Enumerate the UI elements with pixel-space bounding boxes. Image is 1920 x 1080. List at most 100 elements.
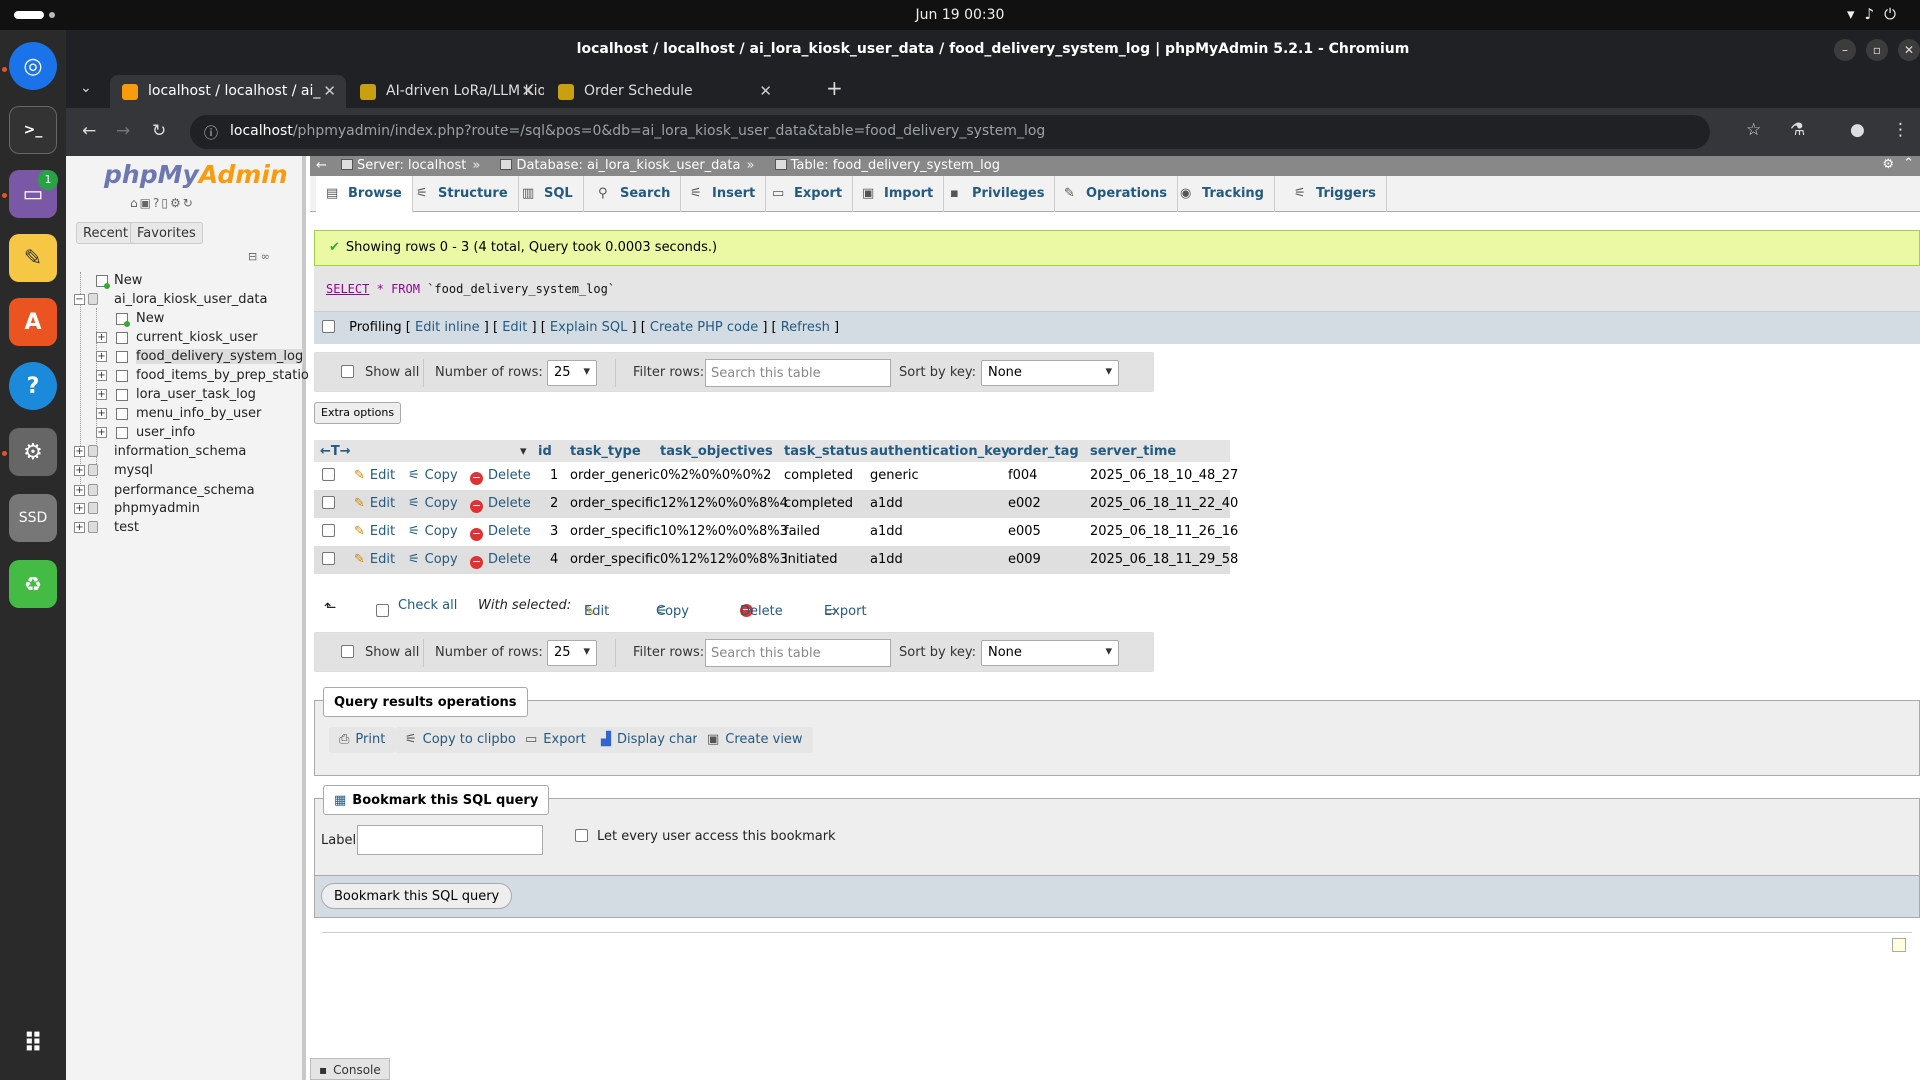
tab-phpmyadmin[interactable]: localhost / localhost / ai_ ✕ bbox=[110, 75, 346, 108]
expand-table-icon[interactable]: + bbox=[96, 408, 107, 419]
tab-search[interactable]: ⚲ Search bbox=[588, 176, 682, 212]
bookmark-every-user-checkbox[interactable] bbox=[575, 829, 588, 844]
row-edit-button[interactable]: ✎ Edit bbox=[354, 496, 395, 511]
tree-table-menu-info-by-user[interactable]: menu_info_by_user bbox=[136, 406, 261, 421]
minimize-icon[interactable]: – bbox=[1834, 39, 1856, 61]
profile-icon[interactable]: ● bbox=[1850, 120, 1865, 140]
tree-new-database[interactable]: New bbox=[114, 273, 142, 288]
row-edit-button[interactable]: ✎ Edit bbox=[354, 468, 395, 483]
console-toggle[interactable]: ▪ Console bbox=[310, 1058, 390, 1080]
display-chart-button[interactable]: ▟ Display chart bbox=[591, 727, 713, 753]
tree-table-current-kiosk-user[interactable]: current_kiosk_user bbox=[136, 330, 258, 345]
scroll-top-icon[interactable]: ⌃ bbox=[1903, 156, 1914, 171]
column-header-order-tag[interactable]: order_tag bbox=[1008, 444, 1079, 459]
tab-import[interactable]: ▣ Import bbox=[852, 176, 945, 212]
page-related-icon[interactable] bbox=[1892, 938, 1906, 952]
row-delete-button[interactable]: − Delete bbox=[470, 524, 531, 541]
terminal-icon[interactable]: >_ bbox=[9, 106, 57, 154]
column-header-server-time[interactable]: server_time bbox=[1090, 444, 1176, 459]
settings-icon[interactable]: ⚙ bbox=[9, 428, 57, 476]
close-tab-icon[interactable]: ✕ bbox=[521, 82, 534, 100]
column-header-task-type[interactable]: task_type bbox=[570, 444, 641, 459]
tab-structure[interactable]: ⚟ Structure bbox=[406, 176, 519, 212]
edit-query-link[interactable]: Edit bbox=[502, 320, 527, 335]
tree-table-food-items-by-prep-station[interactable]: food_items_by_prep_station bbox=[136, 368, 317, 383]
collapse-nav-arrow[interactable]: ← bbox=[316, 158, 327, 173]
expand-table-icon[interactable]: + bbox=[96, 427, 107, 438]
close-tab-icon[interactable]: ✕ bbox=[759, 82, 772, 100]
tree-db-information-schema[interactable]: information_schema bbox=[114, 444, 246, 459]
expand-table-icon[interactable]: + bbox=[96, 370, 107, 381]
expand-table-icon[interactable]: + bbox=[96, 332, 107, 343]
tab-order-schedule[interactable]: Order Schedule ✕ bbox=[546, 75, 782, 108]
breadcrumb-database[interactable]: Database: ai_lora_kiosk_user_data bbox=[516, 158, 740, 173]
page-settings-icon[interactable]: ⚙ bbox=[1882, 157, 1894, 172]
tab-search-icon[interactable]: ⌄ bbox=[80, 80, 92, 96]
labs-flask-icon[interactable]: ⚗ bbox=[1790, 120, 1805, 140]
close-window-icon[interactable]: ✕ bbox=[1898, 39, 1920, 61]
row-checkbox[interactable] bbox=[322, 468, 335, 483]
tab-sql[interactable]: ▥ SQL bbox=[512, 176, 584, 212]
tab-insert[interactable]: ⚟ Insert bbox=[680, 176, 767, 212]
num-rows-select[interactable]: 25 bbox=[547, 360, 597, 386]
create-php-link[interactable]: Create PHP code bbox=[650, 320, 758, 335]
tab-tracking[interactable]: ◉ Tracking bbox=[1170, 176, 1275, 212]
link-with-main-icon[interactable]: ∞ bbox=[261, 250, 270, 263]
row-edit-button[interactable]: ✎ Edit bbox=[354, 552, 395, 567]
nav-settings-icon[interactable]: ⚙ bbox=[170, 196, 183, 210]
sort-key-select[interactable]: None bbox=[981, 360, 1119, 386]
bookmark-submit-button[interactable]: Bookmark this SQL query bbox=[321, 883, 513, 909]
row-copy-button[interactable]: ⚟ Copy bbox=[408, 524, 458, 539]
tree-db-performance-schema[interactable]: performance_schema bbox=[114, 483, 255, 498]
show-apps-icon[interactable]: ⠿ bbox=[9, 1020, 57, 1068]
collapse-all-icon[interactable]: ⊟ bbox=[248, 250, 257, 263]
forward-icon[interactable]: → bbox=[116, 121, 130, 141]
explain-sql-link[interactable]: Explain SQL bbox=[550, 320, 627, 335]
tab-export[interactable]: ▭ Export bbox=[762, 176, 854, 212]
tab-ai-driven-kiosk[interactable]: AI-driven LoRa/LLM Kiosl ✕ bbox=[348, 75, 544, 108]
row-edit-button[interactable]: ✎ Edit bbox=[354, 524, 395, 539]
export-results-button[interactable]: ▭ Export bbox=[515, 727, 596, 753]
address-bar[interactable]: ⓘ localhost/phpmyadmin/index.php?route=/s… bbox=[190, 115, 1710, 149]
recent-tables-button[interactable]: Recent bbox=[76, 222, 135, 244]
row-copy-button[interactable]: ⚟ Copy bbox=[408, 552, 458, 567]
chromium-icon[interactable]: ◎ bbox=[9, 42, 57, 90]
ssd-drive-icon[interactable]: SSD bbox=[9, 494, 57, 542]
row-delete-button[interactable]: − Delete bbox=[470, 552, 531, 569]
expand-db-icon[interactable]: + bbox=[74, 485, 85, 496]
system-tray[interactable]: ▾♪⏻ bbox=[1847, 5, 1906, 23]
expand-db-icon[interactable]: + bbox=[74, 465, 85, 476]
help-icon[interactable]: ? bbox=[9, 362, 57, 410]
phpmyadmin-logo[interactable]: phpMyAdmin bbox=[104, 160, 288, 189]
show-all-checkbox[interactable] bbox=[341, 365, 354, 380]
sort-key-select[interactable]: None bbox=[981, 640, 1119, 666]
text-editor-icon[interactable]: ✎ bbox=[9, 234, 57, 282]
trash-icon[interactable]: ♻ bbox=[9, 560, 57, 608]
row-checkbox[interactable] bbox=[322, 496, 335, 511]
column-header-task-objectives[interactable]: task_objectives bbox=[660, 444, 773, 459]
row-delete-button[interactable]: − Delete bbox=[470, 468, 531, 485]
app-center-icon[interactable]: A bbox=[9, 298, 57, 346]
close-tab-icon[interactable]: ✕ bbox=[323, 82, 336, 100]
column-header-authentication-key[interactable]: authentication_key bbox=[870, 444, 1010, 459]
column-header-id[interactable]: id bbox=[538, 444, 552, 459]
tab-operations[interactable]: ✎ Operations bbox=[1054, 176, 1178, 212]
reload-icon[interactable]: ↻ bbox=[152, 121, 166, 141]
check-all-label[interactable]: Check all bbox=[398, 598, 457, 613]
expand-table-icon[interactable]: + bbox=[96, 351, 107, 362]
column-resize-arrows[interactable]: ←T→ bbox=[320, 444, 351, 459]
bookmark-label-input[interactable] bbox=[357, 825, 543, 855]
show-all-checkbox[interactable] bbox=[341, 645, 354, 660]
expand-db-icon[interactable]: + bbox=[74, 522, 85, 533]
tree-db-test[interactable]: test bbox=[114, 520, 139, 535]
expand-db-icon[interactable]: + bbox=[74, 503, 85, 514]
row-copy-button[interactable]: ⚟ Copy bbox=[408, 468, 458, 483]
favorite-tables-button[interactable]: Favorites bbox=[130, 222, 203, 244]
breadcrumb-table[interactable]: Table: food_delivery_system_log bbox=[791, 158, 1000, 173]
profiling-checkbox[interactable] bbox=[322, 320, 335, 333]
maximize-icon[interactable]: ▫ bbox=[1866, 39, 1888, 61]
reload-nav-icon[interactable]: ↻ bbox=[183, 196, 195, 210]
row-copy-button[interactable]: ⚟ Copy bbox=[408, 496, 458, 511]
system-clock[interactable]: Jun 19 00:30 bbox=[0, 7, 1920, 23]
home-icon[interactable]: ⌂ bbox=[130, 196, 140, 210]
